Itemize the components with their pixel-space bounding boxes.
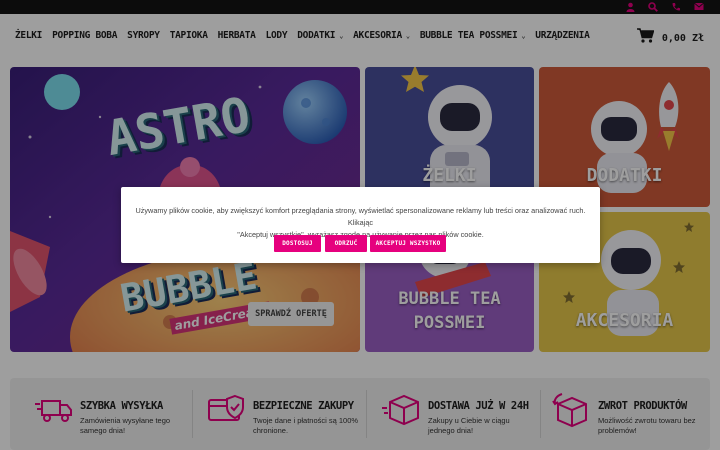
accept-all-button[interactable]: AKCEPTUJ WSZYSTKO [370, 235, 446, 252]
cookie-consent-dialog: Używamy plików cookie, aby zwiększyć kom… [121, 187, 600, 263]
customize-button[interactable]: DOSTOSUJ [274, 235, 321, 252]
cookie-text-line1: Używamy plików cookie, aby zwiększyć kom… [135, 206, 586, 227]
reject-button[interactable]: ODRZUĆ [325, 235, 367, 252]
